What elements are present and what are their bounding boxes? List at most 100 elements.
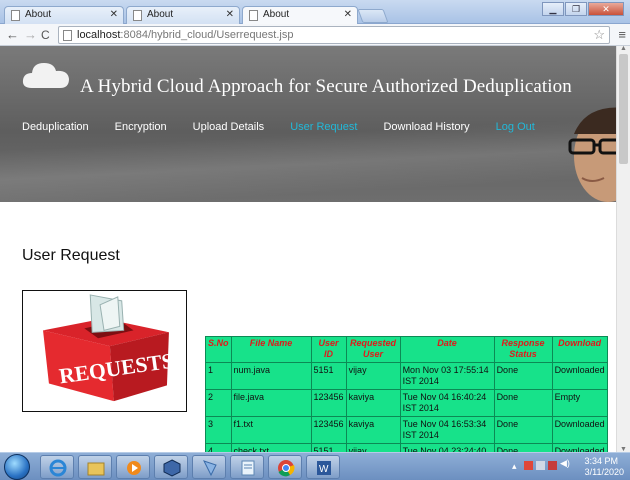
page-icon [249, 10, 258, 21]
windows-taskbar: W ▴ ◀) 3:34 PM 3/11/2020 [0, 452, 630, 480]
cell-download[interactable]: Downloaded [551, 416, 608, 444]
forward-icon[interactable]: → [24, 27, 37, 43]
battery-icon[interactable] [548, 461, 557, 470]
system-tray: ▴ ◀) 3:34 PM 3/11/2020 [506, 456, 626, 478]
cell-download[interactable]: Downloaded [551, 443, 608, 452]
cell-requested-user: vijay [345, 362, 401, 390]
taskbar-notepad[interactable] [230, 455, 264, 479]
cell-file-name: f1.txt [230, 416, 312, 444]
col-date: Date [399, 336, 495, 363]
taskbar-virtualbox[interactable] [154, 455, 188, 479]
bookmark-star-icon[interactable]: ☆ [593, 27, 605, 43]
internet-explorer-icon [49, 459, 67, 477]
page-viewport: A Hybrid Cloud Approach for Secure Autho… [0, 46, 616, 452]
show-hidden-icons-icon[interactable]: ▴ [512, 461, 521, 471]
maximize-button[interactable]: ❐ [565, 2, 587, 16]
browser-tab-3[interactable]: About ✕ [242, 6, 358, 24]
volume-icon[interactable]: ◀) [560, 458, 570, 468]
start-button[interactable] [4, 454, 30, 480]
col-response-status: Response Status [493, 336, 553, 363]
clock-time[interactable]: 3:34 PM [584, 456, 618, 466]
nav-deduplication[interactable]: Deduplication [22, 121, 89, 133]
browser-tab-2[interactable]: About ✕ [126, 6, 240, 24]
network-icon[interactable] [536, 461, 545, 470]
ballot-box-illustration: REQUESTS [43, 294, 175, 402]
folder-icon [87, 462, 105, 476]
table-row: 2 file.java 123456 kaviya Tue Nov 04 16:… [205, 389, 608, 417]
cell-download[interactable]: Empty [551, 389, 608, 417]
cell-sno: 4 [205, 443, 232, 452]
browser-toolbar: ← → C localhost:8084/hybrid_cloud/Userre… [0, 24, 630, 46]
box-icon [163, 459, 181, 477]
cell-user-id: 123456 [310, 416, 347, 444]
cell-sno: 3 [205, 416, 232, 444]
user-request-table: S.No File Name User ID Requested User Da… [205, 336, 608, 452]
flag-icon[interactable] [524, 461, 533, 470]
back-icon[interactable]: ← [6, 27, 19, 43]
taskbar-chrome[interactable] [268, 455, 302, 479]
browser-titlebar: About ✕ About ✕ About ✕ ▁ ❐ ✕ [0, 0, 630, 24]
col-sno: S.No [205, 336, 232, 363]
reload-icon[interactable]: C [41, 27, 50, 43]
cell-response-status: Done [493, 389, 553, 417]
netbeans-icon [203, 460, 217, 477]
tab-label: About [147, 9, 174, 20]
nav-upload-details[interactable]: Upload Details [193, 121, 265, 133]
taskbar-word[interactable]: W [306, 455, 340, 479]
col-file-name: File Name [230, 336, 312, 363]
table-row: 3 f1.txt 123456 kaviya Tue Nov 04 16:53:… [205, 416, 608, 444]
taskbar-netbeans[interactable] [192, 455, 226, 479]
cell-requested-user: kaviya [345, 416, 401, 444]
cell-user-id: 5151 [310, 362, 347, 390]
col-requested-user: Requested User [345, 336, 401, 363]
cell-download[interactable]: Downloaded [551, 362, 608, 390]
header-banner: A Hybrid Cloud Approach for Secure Autho… [0, 46, 616, 202]
clock-date[interactable]: 3/11/2020 [585, 467, 624, 477]
table-header-row: S.No File Name User ID Requested User Da… [205, 336, 608, 363]
main-nav: Deduplication Encryption Upload Details … [22, 121, 561, 133]
close-tab-icon[interactable]: ✕ [344, 7, 352, 23]
person-photo [568, 107, 616, 202]
taskbar-ie[interactable] [40, 455, 74, 479]
tab-label: About [263, 9, 290, 20]
close-tab-icon[interactable]: ✕ [110, 7, 118, 23]
svg-text:W: W [319, 464, 329, 475]
requests-box-image: REQUESTS [22, 290, 187, 412]
tab-label: About [25, 9, 52, 20]
address-bar[interactable]: localhost:8084/hybrid_cloud/Userrequest.… [58, 26, 610, 44]
nav-log-out[interactable]: Log Out [496, 121, 535, 133]
scroll-up-icon[interactable]: ▲ [620, 45, 627, 52]
word-icon: W [317, 461, 331, 475]
close-tab-icon[interactable]: ✕ [226, 7, 234, 23]
notepad-icon [241, 460, 255, 476]
nav-download-history[interactable]: Download History [383, 121, 469, 133]
cloud-icon [22, 63, 69, 88]
cell-file-name: file.java [230, 389, 312, 417]
page-icon [63, 30, 72, 41]
nav-user-request[interactable]: User Request [290, 121, 357, 133]
page-title: User Request [22, 247, 120, 264]
scrollbar-thumb[interactable] [619, 54, 628, 164]
cell-requested-user: kaviya [345, 389, 401, 417]
cell-requested-user: vijay [345, 443, 401, 452]
vertical-scrollbar[interactable]: ▲ ▼ [616, 45, 630, 453]
cell-response-status: Done [493, 416, 553, 444]
cell-file-name: num.java [230, 362, 312, 390]
menu-icon[interactable]: ≡ [618, 27, 626, 42]
taskbar-media[interactable] [116, 455, 150, 479]
col-user-id: User ID [310, 336, 347, 363]
browser-tab-1[interactable]: About ✕ [4, 6, 124, 24]
close-window-button[interactable]: ✕ [588, 2, 624, 16]
cell-sno: 2 [205, 389, 232, 417]
table-row: 4 check.txt 5151 vijay Tue Nov 04 23:24:… [205, 443, 608, 452]
cell-response-status: Done [493, 443, 553, 452]
minimize-button[interactable]: ▁ [542, 2, 564, 16]
new-tab-button[interactable] [357, 9, 389, 23]
taskbar-explorer[interactable] [78, 455, 112, 479]
col-download: Download [551, 336, 608, 363]
cell-user-id: 123456 [310, 389, 347, 417]
cell-sno: 1 [205, 362, 232, 390]
site-title: A Hybrid Cloud Approach for Secure Autho… [80, 76, 572, 97]
nav-encryption[interactable]: Encryption [115, 121, 167, 133]
window-controls: ▁ ❐ ✕ [542, 2, 624, 16]
